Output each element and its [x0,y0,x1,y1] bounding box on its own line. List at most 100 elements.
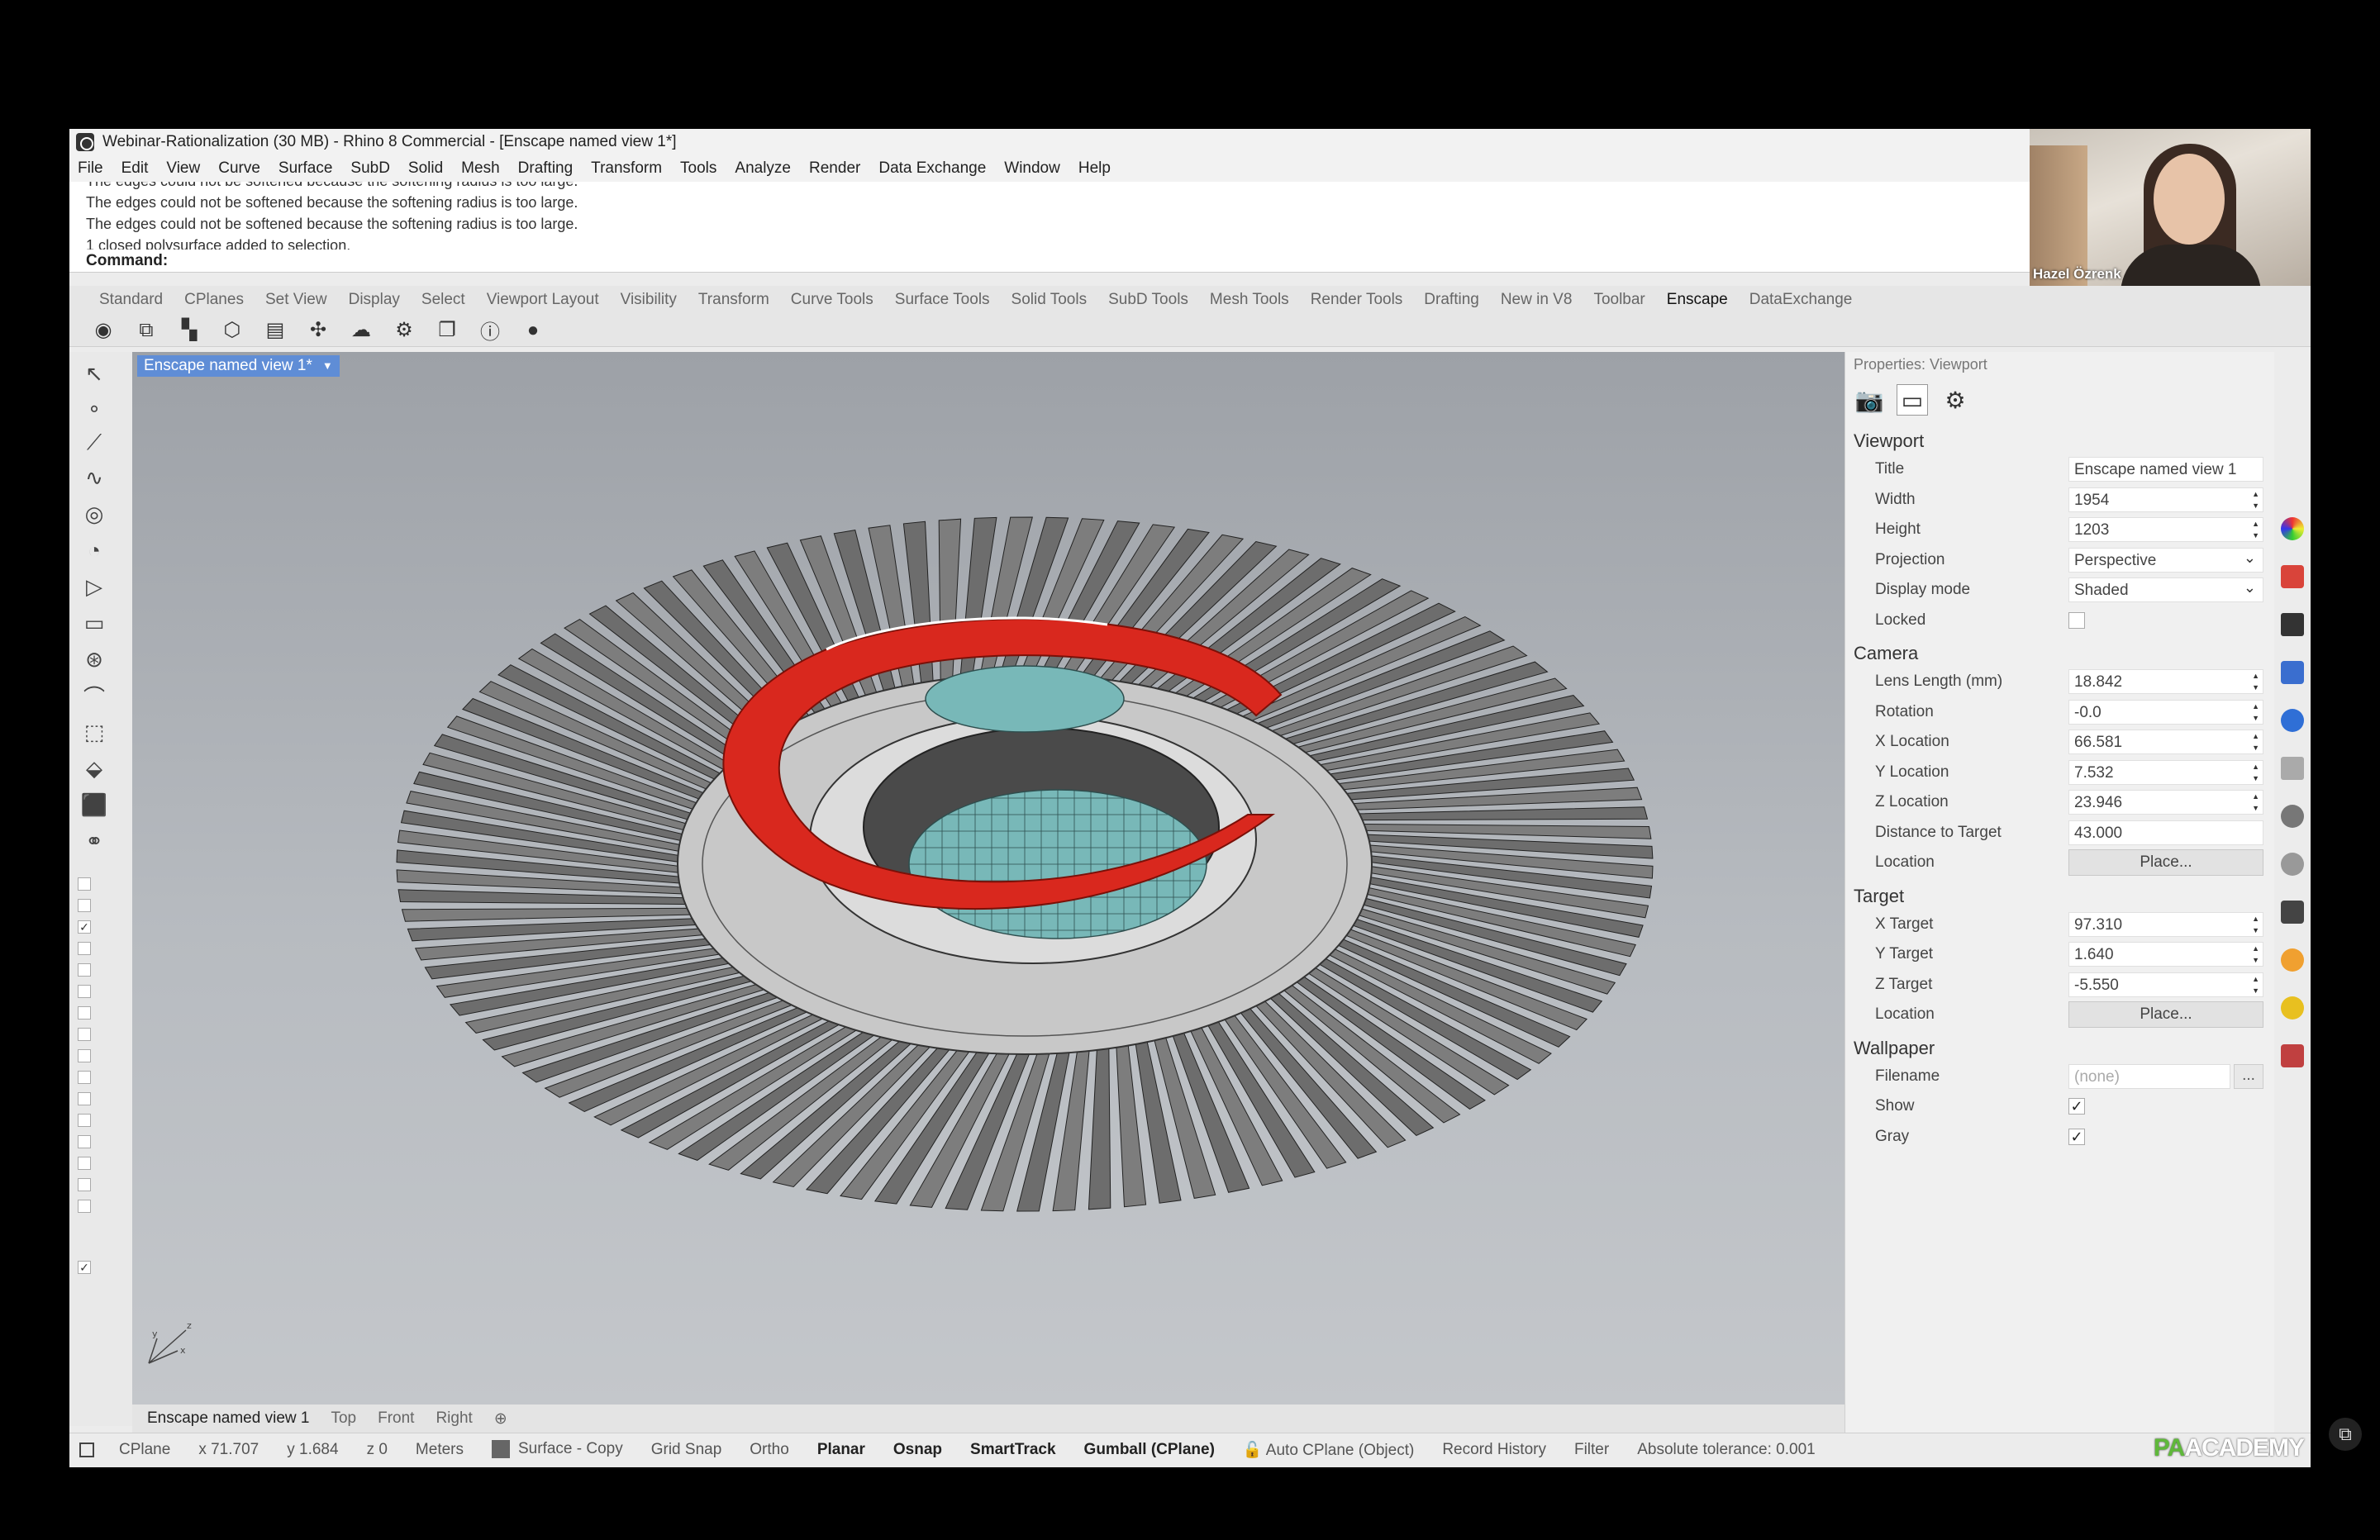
menu-curve[interactable]: Curve [218,159,260,178]
menu-file[interactable]: File [78,159,103,178]
lens-field[interactable]: 18.842 [2068,669,2263,695]
tab-surface-tools[interactable]: Surface Tools [895,291,990,309]
layer-checkbox[interactable] [78,1157,91,1170]
enscape-views-icon[interactable]: ▚ [177,318,202,343]
enscape-library-icon[interactable]: ▤ [263,318,288,343]
menu-window[interactable]: Window [1004,159,1060,178]
toggle-ortho[interactable]: Ortho [750,1441,789,1459]
menu-view[interactable]: View [166,159,200,178]
tab-set-view[interactable]: Set View [265,291,327,309]
layer-checkbox[interactable] [78,985,91,998]
toggle-record-history[interactable]: Record History [1442,1441,1546,1459]
toggle-planar[interactable]: Planar [817,1441,865,1459]
gray-checkbox[interactable]: ✓ [2068,1128,2085,1145]
layer-checkbox[interactable] [78,899,91,912]
tab-dataexchange[interactable]: DataExchange [1749,291,1853,309]
tab-subd-tools[interactable]: SubD Tools [1108,291,1188,309]
circle-icon[interactable]: ◎ [79,499,109,529]
cloud-icon[interactable]: ☁ [349,318,374,343]
lights-icon[interactable] [2281,709,2304,732]
title-field[interactable]: Enscape named view 1 [2068,457,2263,482]
window-icon[interactable]: ❐ [435,318,459,343]
screen-share-icon[interactable]: ⧉ [2329,1418,2362,1451]
fillet-icon[interactable]: ⌒ [79,681,109,711]
tab-visibility[interactable]: Visibility [621,291,677,309]
y-target-field[interactable]: 1.640 [2068,942,2263,967]
tab-viewport-layout[interactable]: Viewport Layout [487,291,599,309]
command-history[interactable]: The edges could not be softened because … [69,182,2030,250]
tab-render-tools[interactable]: Render Tools [1311,291,1403,309]
view-tab-enscape[interactable]: Enscape named view 1 [147,1409,309,1428]
distance-field[interactable]: 43.000 [2068,820,2263,845]
toggle-grid-snap[interactable]: Grid Snap [651,1441,722,1459]
materials-icon[interactable] [2281,565,2304,588]
tab-curve-tools[interactable]: Curve Tools [791,291,873,309]
sun-icon[interactable] [2281,948,2304,972]
status-layer[interactable]: Surface - Copy [492,1440,623,1459]
box-icon[interactable]: ⬛ [79,790,109,820]
tools-icon[interactable] [2281,1044,2304,1067]
layer-checkbox[interactable]: ✓ [78,1261,91,1274]
layer-checkbox[interactable] [78,1006,91,1020]
enscape-upload-icon[interactable]: ✣ [306,318,331,343]
status-cplane[interactable]: CPlane [119,1441,170,1459]
projection-select[interactable]: Perspective [2068,545,2263,573]
view-tab-front[interactable]: Front [378,1409,414,1428]
layer-checkbox[interactable]: ✓ [78,920,91,934]
toggle-auto-cplane[interactable]: 🔓 Auto CPlane (Object) [1243,1440,1414,1460]
browse-button[interactable]: ... [2234,1063,2263,1089]
panel-toggle-icon[interactable] [79,1442,94,1457]
command-line[interactable]: Command: [69,250,2030,273]
menu-solid[interactable]: Solid [408,159,443,178]
curve-icon[interactable]: ∿ [79,463,109,492]
toggle-osnap[interactable]: Osnap [893,1441,942,1459]
layer-checkbox[interactable] [78,1178,91,1191]
account-icon[interactable]: ● [521,318,545,343]
z-target-field[interactable]: -5.550 [2068,972,2263,997]
polyline-icon[interactable]: ⟋ [79,428,109,458]
extrude-icon[interactable]: ⬙ [79,753,109,783]
layers-icon[interactable] [2281,661,2304,684]
target-place-button[interactable]: Place... [2068,1001,2263,1029]
camera-icon[interactable]: 📷 [1854,384,1885,416]
menu-transform[interactable]: Transform [591,159,662,178]
tab-mesh-tools[interactable]: Mesh Tools [1210,291,1289,309]
z-location-field[interactable]: 23.946 [2068,790,2263,815]
menu-analyze[interactable]: Analyze [735,159,791,178]
settings-icon[interactable]: ⚙ [392,318,416,343]
layer-checkbox[interactable] [78,1049,91,1062]
menu-data-exchange[interactable]: Data Exchange [878,159,986,178]
height-field[interactable]: 1203 [2068,517,2263,543]
menu-help[interactable]: Help [1078,159,1111,178]
menu-tools[interactable]: Tools [680,159,716,178]
tab-display[interactable]: Display [349,291,400,309]
viewport-tab[interactable]: Enscape named view 1* ▼ [137,355,340,377]
menu-subd[interactable]: SubD [350,159,390,178]
tab-select[interactable]: Select [421,291,465,309]
layer-checkbox[interactable] [78,942,91,955]
revolve-icon[interactable]: ⊛ [79,644,109,674]
point-icon[interactable]: ∘ [79,393,109,423]
viewport-icon[interactable]: ▭ [1897,384,1928,416]
rotation-field[interactable]: -0.0 [2068,699,2263,725]
locked-checkbox[interactable] [2068,611,2085,629]
layer-checkbox[interactable] [78,1114,91,1127]
layer-checkbox[interactable] [78,1092,91,1105]
info-icon[interactable]: ⓘ [478,318,502,344]
toggle-filter[interactable]: Filter [1574,1441,1609,1459]
enscape-start-icon[interactable]: ◉ [91,318,116,343]
tab-enscape[interactable]: Enscape [1667,291,1728,309]
arc-icon[interactable]: ◔ [79,535,109,565]
display-mode-select[interactable]: Shaded [2068,575,2263,603]
surface-icon[interactable]: ⬚ [79,717,109,747]
y-location-field[interactable]: 7.532 [2068,759,2263,785]
display-icon[interactable] [2281,613,2304,636]
menu-render[interactable]: Render [809,159,860,178]
status-units[interactable]: Meters [416,1441,464,1459]
tab-solid-tools[interactable]: Solid Tools [1011,291,1088,309]
color-wheel-icon[interactable] [2281,517,2304,540]
filename-field[interactable]: (none) [2068,1063,2230,1089]
named-views-icon[interactable] [2281,757,2304,780]
rectangle-icon[interactable]: ▭ [79,608,109,638]
polygon-icon[interactable]: ▷ [79,572,109,601]
